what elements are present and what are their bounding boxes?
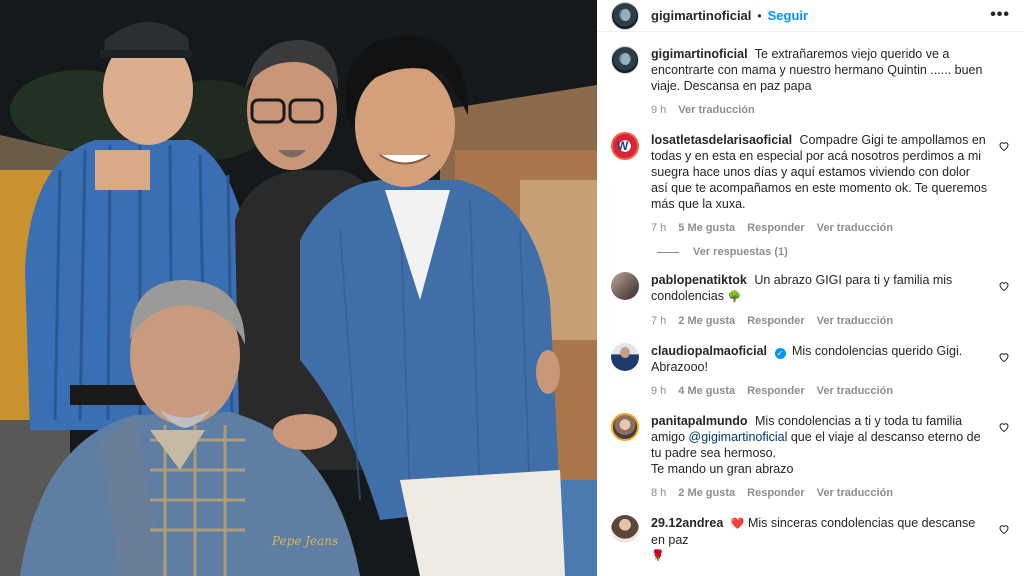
- author-avatar[interactable]: [611, 1, 639, 30]
- reply-link[interactable]: Responder: [747, 383, 804, 399]
- comment-likes[interactable]: 2 Me gusta: [678, 313, 735, 329]
- caption: gigimartinoficial Te extrañaremos viejo …: [611, 46, 1010, 118]
- post-photo: Pepe Jeans: [0, 0, 597, 576]
- comment-time: 9 h: [651, 385, 667, 397]
- commenter-avatar[interactable]: [611, 515, 639, 543]
- comment-username[interactable]: claudiopalmaoficial: [651, 344, 767, 358]
- tree-emoji: 🌳: [727, 291, 742, 303]
- translate-link[interactable]: Ver traducción: [817, 220, 893, 236]
- comment-item: losatletasdelarisaoficial Compadre Gigi …: [611, 132, 1010, 236]
- translate-link[interactable]: Ver traducción: [817, 313, 893, 329]
- comment-username[interactable]: panitapalmundo: [651, 414, 748, 428]
- jacket-logo-text: Pepe Jeans: [271, 534, 338, 548]
- reply-link[interactable]: Responder: [747, 220, 804, 236]
- more-options-icon[interactable]: •••: [990, 7, 1010, 23]
- replies-divider: [657, 251, 679, 253]
- comment-item: 29.12andrea ❤️ Mis sinceras condolencias…: [611, 515, 1010, 564]
- caption-username[interactable]: gigimartinoficial: [651, 47, 748, 61]
- comment-likes[interactable]: 5 Me gusta: [678, 220, 735, 236]
- commenter-avatar[interactable]: [611, 132, 639, 160]
- comment-likes[interactable]: 4 Me gusta: [678, 383, 735, 399]
- group-photo-illustration: Pepe Jeans: [0, 0, 597, 576]
- caption-avatar[interactable]: [611, 46, 639, 74]
- verified-badge-icon: ✓: [774, 348, 786, 359]
- heart-icon[interactable]: [998, 351, 1010, 363]
- user-mention-link[interactable]: @gigimartinoficial: [689, 430, 788, 444]
- author-username[interactable]: gigimartinoficial: [651, 8, 751, 23]
- post-header: gigimartinoficial • Seguir •••: [597, 0, 1024, 32]
- comment-item: panitapalmundo Mis condolencias a ti y t…: [611, 413, 1010, 501]
- view-replies-label: Ver respuestas (1): [693, 246, 788, 258]
- comment-text-line2: Te mando un gran abrazo: [651, 462, 794, 476]
- heart-icon[interactable]: [998, 280, 1010, 292]
- heart-icon[interactable]: [998, 523, 1010, 535]
- comments-panel: gigimartinoficial • Seguir ••• gigimarti…: [597, 0, 1024, 576]
- comment-time: 7 h: [651, 222, 667, 234]
- comment-username[interactable]: 29.12andrea: [651, 516, 723, 530]
- translate-link[interactable]: Ver traducción: [817, 383, 893, 399]
- rose-emoji: 🌹: [651, 550, 665, 562]
- commenter-avatar[interactable]: [611, 272, 639, 300]
- commenter-avatar[interactable]: [611, 413, 639, 441]
- follow-button[interactable]: Seguir: [768, 8, 808, 23]
- red-heart-emoji: ❤️: [730, 518, 745, 530]
- comment-item: pablopenatiktok Un abrazo GIGI para ti y…: [611, 272, 1010, 329]
- caption-translate-link[interactable]: Ver traducción: [678, 102, 754, 118]
- commenter-avatar[interactable]: [611, 343, 639, 371]
- comment-username[interactable]: losatletasdelarisaoficial: [651, 133, 792, 147]
- reply-link[interactable]: Responder: [747, 313, 804, 329]
- comment-username[interactable]: pablopenatiktok: [651, 273, 747, 287]
- header-separator: •: [757, 8, 762, 23]
- comments-list: gigimartinoficial Te extrañaremos viejo …: [597, 32, 1024, 564]
- reply-link[interactable]: Responder: [747, 485, 804, 501]
- heart-icon[interactable]: [998, 140, 1010, 152]
- comment-likes[interactable]: 2 Me gusta: [678, 485, 735, 501]
- comment-item: claudiopalmaoficial ✓ Mis condolencias q…: [611, 343, 1010, 399]
- caption-time: 9 h: [651, 104, 667, 116]
- translate-link[interactable]: Ver traducción: [817, 485, 893, 501]
- view-replies-button[interactable]: Ver respuestas (1): [657, 246, 1010, 258]
- heart-icon[interactable]: [998, 421, 1010, 433]
- comment-time: 7 h: [651, 315, 667, 327]
- comment-time: 8 h: [651, 487, 667, 499]
